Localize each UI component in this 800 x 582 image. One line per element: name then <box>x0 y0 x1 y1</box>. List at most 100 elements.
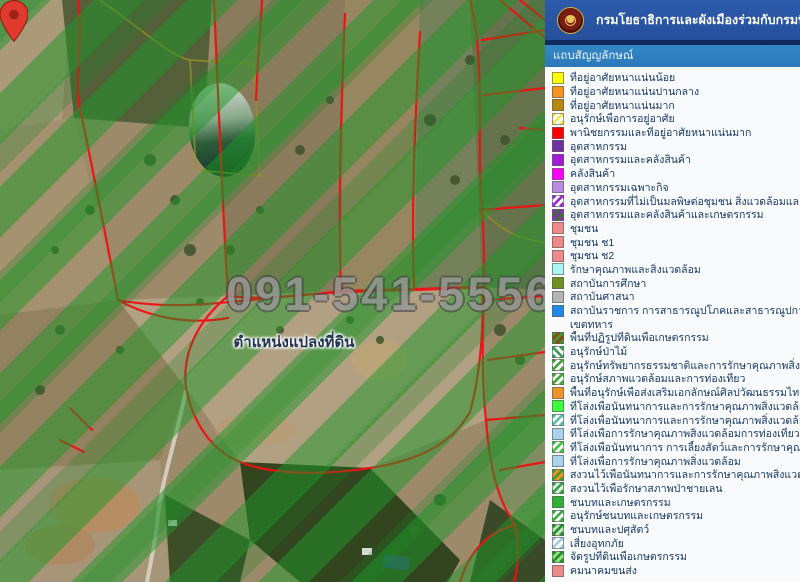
legend-item: สถาบันราชการ การสาธารณูปโภคและสาธารณูปกา… <box>545 304 800 318</box>
legend-swatch <box>552 305 564 317</box>
legend-item: ชุมชน ช2 <box>545 249 800 263</box>
legend-swatch <box>552 99 564 111</box>
legend-label: สงวนไว้เพื่อนันทนาการและการรักษาคุณภาพสิ… <box>570 468 800 482</box>
legend-swatch <box>552 565 564 577</box>
legend-item: เสี่ยงอุทกภัย <box>545 536 800 550</box>
legend-label: อนุรักษ์เพื่อการอยู่อาศัย <box>570 112 675 126</box>
legend-item: คลังสินค้า <box>545 167 800 181</box>
legend-swatch <box>552 181 564 193</box>
legend-label: พานิชยกรรมและที่อยู่อาศัยหนาแน่นมาก <box>570 126 751 140</box>
legend-swatch <box>552 551 564 563</box>
legend-swatch <box>552 250 564 262</box>
legend-item: อุตสาหกรรมเฉพาะกิจ <box>545 181 800 195</box>
legend-swatch <box>552 72 564 84</box>
legend-swatch <box>552 359 564 371</box>
location-pin-icon[interactable] <box>0 0 28 42</box>
legend-item: อุตสาหกรรมและคลังสินค้า <box>545 153 800 167</box>
legend-item: พื้นที่อนุรักษ์เพื่อส่งเสริมเอกลักษณ์ศิล… <box>545 386 800 400</box>
legend-item: ที่โล่งเพื่อการรักษาคุณภาพสิ่งแวดล้อมการ… <box>545 427 800 441</box>
legend-label: อนุรักษ์สภาพแวดล้อมและการท่องเที่ยว <box>570 372 745 386</box>
legend-swatch <box>552 236 564 248</box>
legend-swatch <box>552 168 564 180</box>
legend-item: ที่อยู่อาศัยหนาแน่นน้อย <box>545 71 800 85</box>
legend-label: ชุมชน ช2 <box>570 249 614 263</box>
legend-label: ที่โล่งเพื่อนันทนาการ การเลี้ยงสัตว์และก… <box>570 441 800 455</box>
legend-swatch <box>552 154 564 166</box>
legend-item: พานิชยกรรมและที่อยู่อาศัยหนาแน่นมาก <box>545 126 800 140</box>
legend-label: สถาบันศาสนา <box>570 290 635 304</box>
legend-label: อุตสาหกรรมที่ไม่เป็นมลพิษต่อชุมชน สิ่งแว… <box>570 194 800 208</box>
legend-label: พื้นที่ปฏิรูปที่ดินเพื่อเกษตรกรรม <box>570 331 709 345</box>
legend-item: สถาบันศาสนา <box>545 290 800 304</box>
legend-title: แถบสัญญลักษณ์ <box>553 47 634 65</box>
legend-label: จัดรูปที่ดินเพื่อเกษตรกรรม <box>570 550 687 564</box>
legend-header: แถบสัญญลักษณ์ <box>545 45 800 67</box>
legend-label: ที่อยู่อาศัยหนาแน่นปานกลาง <box>570 85 699 99</box>
app-header: กรมโยธาธิการและผังเมืองร่วมกับกรมที่ดิน <box>545 0 800 40</box>
legend-item: ชนบทและปศุสัตว์ <box>545 523 800 537</box>
legend-item: ที่โล่งเพื่อการรักษาคุณภาพสิ่งแวดล้อม <box>545 454 800 468</box>
legend-swatch <box>552 510 564 522</box>
pin-label: ตำแหน่งแปลงที่ดิน <box>208 330 380 354</box>
legend-label: อนุรักษ์ป่าไม้ <box>570 345 627 359</box>
legend-swatch <box>552 140 564 152</box>
legend-swatch <box>552 195 564 207</box>
legend-swatch <box>552 387 564 399</box>
legend-item: พื้นที่ปฏิรูปที่ดินเพื่อเกษตรกรรม <box>545 331 800 345</box>
satellite-map[interactable]: 091-541-5556 ตำแหน่งแปลงที่ดิน <box>0 0 545 582</box>
legend-item: อนุรักษ์เพื่อการอยู่อาศัย <box>545 112 800 126</box>
legend-item: ชุมชน ช1 <box>545 235 800 249</box>
legend-item: อุตสาหกรรม <box>545 139 800 153</box>
legend-swatch <box>552 113 564 125</box>
legend-swatch <box>552 496 564 508</box>
department-seal-icon <box>557 7 584 34</box>
legend-label: ที่โล่งเพื่อการรักษาคุณภาพสิ่งแวดล้อม <box>570 454 741 468</box>
legend-item: อนุรักษ์ป่าไม้ <box>545 345 800 359</box>
legend-label: คลังสินค้า <box>570 167 615 181</box>
legend-swatch <box>552 400 564 412</box>
legend-swatch <box>552 524 564 536</box>
legend-item: สงวนไว้เพื่อรักษาสภาพป่าชายเลน <box>545 482 800 496</box>
legend-item: รักษาคุณภาพและสิ่งแวดล้อม <box>545 263 800 277</box>
legend-item: สงวนไว้เพื่อนันทนาการและการรักษาคุณภาพสิ… <box>545 468 800 482</box>
legend-item: ที่โล่งเพื่อนันทนาการ การเลี้ยงสัตว์และก… <box>545 441 800 455</box>
legend-item: เขตทหาร <box>545 317 800 331</box>
legend-label: ที่โล่งเพื่อนันทนาการและการรักษาคุณภาพสิ… <box>570 400 800 414</box>
legend-swatch <box>552 373 564 385</box>
legend-label: ชุมชน ช1 <box>570 235 614 249</box>
legend-item: อนุรักษ์สภาพแวดล้อมและการท่องเที่ยว <box>545 372 800 386</box>
legend-swatch <box>552 86 564 98</box>
legend-label: คมนาคมขนส่ง <box>570 564 637 578</box>
legend-swatch <box>552 414 564 426</box>
blue-roof-building <box>382 555 409 571</box>
legend-item: อนุรักษ์ชนบทและเกษตรกรรม <box>545 509 800 523</box>
legend-label: เขตทหาร <box>570 317 613 331</box>
legend-label: เสี่ยงอุทกภัย <box>570 536 624 550</box>
legend-label: ที่อยู่อาศัยหนาแน่นมาก <box>570 98 675 112</box>
legend-label: สถาบันการศึกษา <box>570 276 646 290</box>
legend-swatch <box>552 469 564 481</box>
legend-item: คมนาคมขนส่ง <box>545 564 800 578</box>
legend-list: ที่อยู่อาศัยหนาแน่นน้อย ที่อยู่อาศัยหนาแ… <box>545 67 800 582</box>
legend-item: อุตสาหกรรมที่ไม่เป็นมลพิษต่อชุมชน สิ่งแว… <box>545 194 800 208</box>
legend-swatch <box>552 441 564 453</box>
legend-item: ที่อยู่อาศัยหนาแน่นมาก <box>545 98 800 112</box>
legend-item: ที่อยู่อาศัยหนาแน่นปานกลาง <box>545 85 800 99</box>
legend-label: อุตสาหกรรม <box>570 139 627 153</box>
legend-item: ที่โล่งเพื่อนันทนาการและการรักษาคุณภาพสิ… <box>545 413 800 427</box>
legend-item: ชนบทและเกษตรกรรม <box>545 495 800 509</box>
legend-swatch <box>552 291 564 303</box>
legend-swatch <box>552 209 564 221</box>
legend-swatch <box>552 428 564 440</box>
legend-swatch <box>552 332 564 344</box>
legend-swatch <box>552 222 564 234</box>
legend-label: ที่โล่งเพื่อนันทนาการและการรักษาคุณภาพสิ… <box>570 413 800 427</box>
legend-item: อุตสาหกรรมและคลังสินค้าและเกษตรกรรม <box>545 208 800 222</box>
legend-panel: กรมโยธาธิการและผังเมืองร่วมกับกรมที่ดิน … <box>545 0 800 582</box>
legend-swatch <box>552 346 564 358</box>
legend-label: ชุมชน <box>570 222 598 236</box>
legend-label: พื้นที่อนุรักษ์เพื่อส่งเสริมเอกลักษณ์ศิล… <box>570 386 800 400</box>
legend-swatch <box>552 537 564 549</box>
legend-swatch <box>552 263 564 275</box>
legend-label: ที่โล่งเพื่อการรักษาคุณภาพสิ่งแวดล้อมการ… <box>570 427 800 441</box>
